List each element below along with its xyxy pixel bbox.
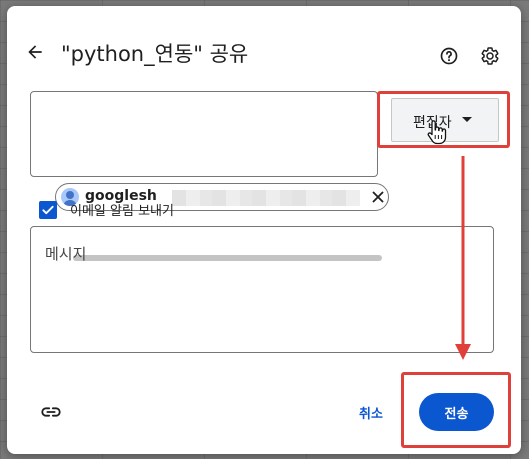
redacted-email [172,190,360,206]
gear-icon [481,47,499,65]
help-circle-icon [440,47,458,65]
hand-cursor-icon [427,120,447,145]
cancel-button[interactable]: 취소 [349,399,393,425]
message-field[interactable]: 메시지 [30,226,494,353]
back-button[interactable] [23,40,47,64]
checkmark-icon [42,205,54,214]
notify-checkbox[interactable] [39,200,57,219]
notify-label: 이메일 알림 보내기 [70,204,174,219]
caret-down-icon [462,117,472,122]
copy-link-button[interactable] [38,402,64,422]
help-button[interactable] [438,45,460,67]
message-placeholder: 메시지 [45,245,87,263]
close-icon[interactable] [370,189,386,205]
link-icon [41,407,61,417]
share-dialog: "python_연동" 공유 googlesh 편집자 [7,6,521,454]
notify-row[interactable]: 이메일 알림 보내기 [39,200,174,219]
arrow-back-icon [28,45,42,59]
settings-button[interactable] [479,45,501,67]
recipients-field[interactable]: googlesh [30,91,389,261]
dialog-title: "python_연동" 공유 [61,42,249,66]
send-button[interactable]: 전송 [419,393,494,431]
